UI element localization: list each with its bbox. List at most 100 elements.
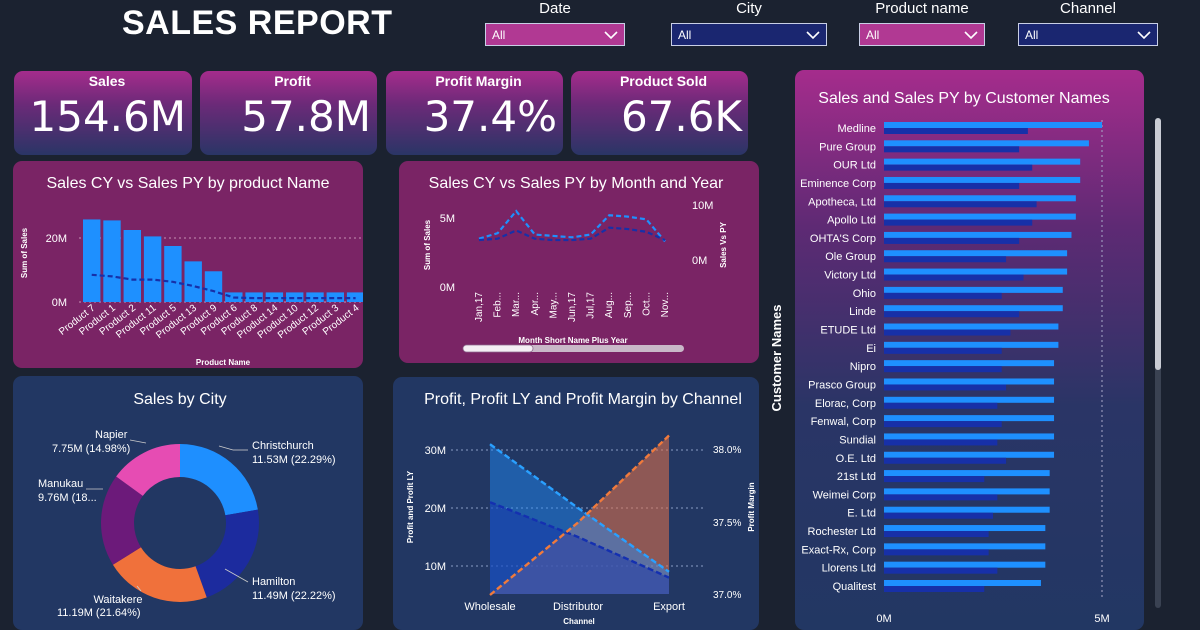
- channel-y2tick: 38.0%: [713, 445, 741, 456]
- customer-sales-py-bar[interactable]: [884, 586, 985, 592]
- customer-sales-py-bar[interactable]: [884, 237, 1020, 244]
- customer-sales-bar[interactable]: [884, 525, 1046, 532]
- chevron-down-icon: [964, 30, 978, 39]
- customer-sales-bar[interactable]: [884, 451, 1055, 458]
- month-xtick: Jan,17: [474, 292, 485, 322]
- customer-ytick: OHTA'S Corp: [810, 233, 876, 245]
- customer-ytick: Eminence Corp: [800, 178, 876, 190]
- kpi-profit-margin-card: Profit Margin 37.4%: [386, 71, 563, 155]
- customer-ytick: Sundial: [839, 434, 876, 446]
- customer-sales-py-bar[interactable]: [884, 292, 1002, 299]
- customer-sales-py-bar[interactable]: [884, 439, 998, 446]
- customer-sales-bar[interactable]: [884, 488, 1050, 495]
- scrollbar-thumb[interactable]: [1155, 118, 1161, 370]
- product-bar[interactable]: [123, 230, 141, 302]
- customer-chart-title: Sales and Sales PY by Customer Names: [818, 90, 1109, 107]
- product-filter-dropdown[interactable]: All: [859, 23, 985, 46]
- customer-sales-py-bar[interactable]: [884, 512, 993, 519]
- customer-sales-bar[interactable]: [884, 250, 1068, 257]
- chevron-down-icon: [1137, 30, 1151, 39]
- page-title: SALES REPORT: [122, 4, 393, 42]
- customer-sales-bar[interactable]: [884, 286, 1063, 293]
- month-x-axis-label: Month Short Name Plus Year: [518, 336, 627, 345]
- customer-sales-bar[interactable]: [884, 341, 1059, 348]
- customer-sales-py-bar[interactable]: [884, 347, 1002, 354]
- customer-sales-py-bar[interactable]: [884, 366, 1002, 373]
- product-filter: Product name All: [859, 0, 985, 46]
- customer-ytick: Victory Ltd: [824, 270, 876, 282]
- customer-sales-bar[interactable]: [884, 158, 1081, 165]
- customer-sales-bar[interactable]: [884, 122, 1102, 128]
- customer-sales-py-bar[interactable]: [884, 476, 985, 483]
- customer-ytick: Apotheca, Ltd: [808, 196, 876, 208]
- customer-sales-bar[interactable]: [884, 506, 1050, 513]
- date-filter-dropdown[interactable]: All: [485, 23, 625, 46]
- customer-sales-bar[interactable]: [884, 543, 1046, 550]
- product-bar[interactable]: [204, 271, 223, 302]
- customer-sales-py-bar[interactable]: [884, 201, 1037, 208]
- customer-ytick: Ole Group: [825, 251, 876, 263]
- christchurch-label: Christchurch: [252, 440, 314, 452]
- waitakere-label: Waitakere: [93, 594, 142, 606]
- customer-sales-py-bar[interactable]: [884, 146, 1020, 153]
- customer-sales-bar[interactable]: [884, 305, 1063, 312]
- kpi-profit-margin-value: 37.4%: [423, 92, 557, 141]
- customer-sales-py-bar[interactable]: [884, 402, 998, 409]
- channel-ytick: 20M: [425, 503, 446, 515]
- customer-sales-py-bar[interactable]: [884, 549, 989, 556]
- city-filter-label: City: [736, 0, 762, 17]
- customer-sales-py-bar[interactable]: [884, 421, 1002, 428]
- customer-sales-py-bar[interactable]: [884, 128, 1028, 134]
- month-y2-axis-label: Sales Vs PY: [719, 221, 728, 267]
- product-bar[interactable]: [103, 220, 121, 302]
- customer-sales-bar[interactable]: [884, 378, 1055, 385]
- customer-ytick: Nipro: [850, 361, 876, 373]
- customer-sales-py-bar[interactable]: [884, 457, 1007, 464]
- city-filter-dropdown[interactable]: All: [671, 23, 827, 46]
- customer-sales-bar[interactable]: [884, 323, 1059, 330]
- customer-xtick: 0M: [876, 613, 891, 625]
- customer-sales-py-bar[interactable]: [884, 311, 1020, 318]
- customer-sales-py-bar[interactable]: [884, 567, 998, 574]
- customer-sales-py-bar[interactable]: [884, 274, 1024, 281]
- customer-ytick: Exact-Rx, Corp: [801, 544, 876, 556]
- customer-sales-bar[interactable]: [884, 268, 1068, 275]
- customer-sales-bar[interactable]: [884, 470, 1050, 477]
- channel-filter-dropdown[interactable]: All: [1018, 23, 1158, 46]
- customer-sales-bar[interactable]: [884, 360, 1055, 367]
- customer-sales-bar[interactable]: [884, 580, 1041, 586]
- customer-sales-bar[interactable]: [884, 415, 1055, 422]
- customer-sales-bar[interactable]: [884, 213, 1076, 220]
- customer-sales-bar[interactable]: [884, 396, 1055, 403]
- month-scrollbar-thumb[interactable]: [462, 344, 534, 353]
- product-bar[interactable]: [83, 219, 101, 302]
- customer-sales-bar[interactable]: [884, 176, 1081, 183]
- customer-sales-py-bar[interactable]: [884, 531, 989, 538]
- city-filter-value: All: [678, 27, 692, 42]
- customer-sales-bar[interactable]: [884, 195, 1076, 202]
- customer-ytick: Pure Group: [819, 141, 876, 153]
- customer-sales-py-bar[interactable]: [884, 219, 1033, 226]
- customer-sales-py-bar[interactable]: [884, 384, 1007, 391]
- customer-sales-py-bar[interactable]: [884, 256, 1007, 263]
- channel-y2tick: 37.0%: [713, 590, 741, 601]
- product-bar[interactable]: [143, 236, 162, 302]
- customer-sales-py-bar[interactable]: [884, 182, 1020, 189]
- customer-ytick: OUR Ltd: [833, 160, 876, 172]
- customer-sales-py-bar[interactable]: [884, 329, 1011, 336]
- product-bar[interactable]: [184, 261, 202, 302]
- month-chart-panel: Sales CY vs Sales PY by Month and Year 5…: [399, 161, 759, 363]
- customer-sales-py-bar[interactable]: [884, 494, 998, 501]
- customer-sales-bar[interactable]: [884, 561, 1046, 568]
- month-xtick: May...: [548, 292, 559, 318]
- channel-chart-title: Profit, Profit LY and Profit Margin by C…: [424, 391, 742, 408]
- customer-sales-bar[interactable]: [884, 231, 1072, 238]
- product-bar[interactable]: [164, 246, 182, 302]
- customer-sales-bar[interactable]: [884, 433, 1055, 440]
- customer-ytick: Fenwal, Corp: [811, 416, 876, 428]
- channel-chart: Profit, Profit LY and Profit Margin by C…: [406, 391, 756, 626]
- city-slice[interactable]: [195, 509, 259, 598]
- customer-sales-bar[interactable]: [884, 140, 1089, 147]
- city-slice[interactable]: [180, 444, 258, 516]
- customer-sales-py-bar[interactable]: [884, 164, 1033, 171]
